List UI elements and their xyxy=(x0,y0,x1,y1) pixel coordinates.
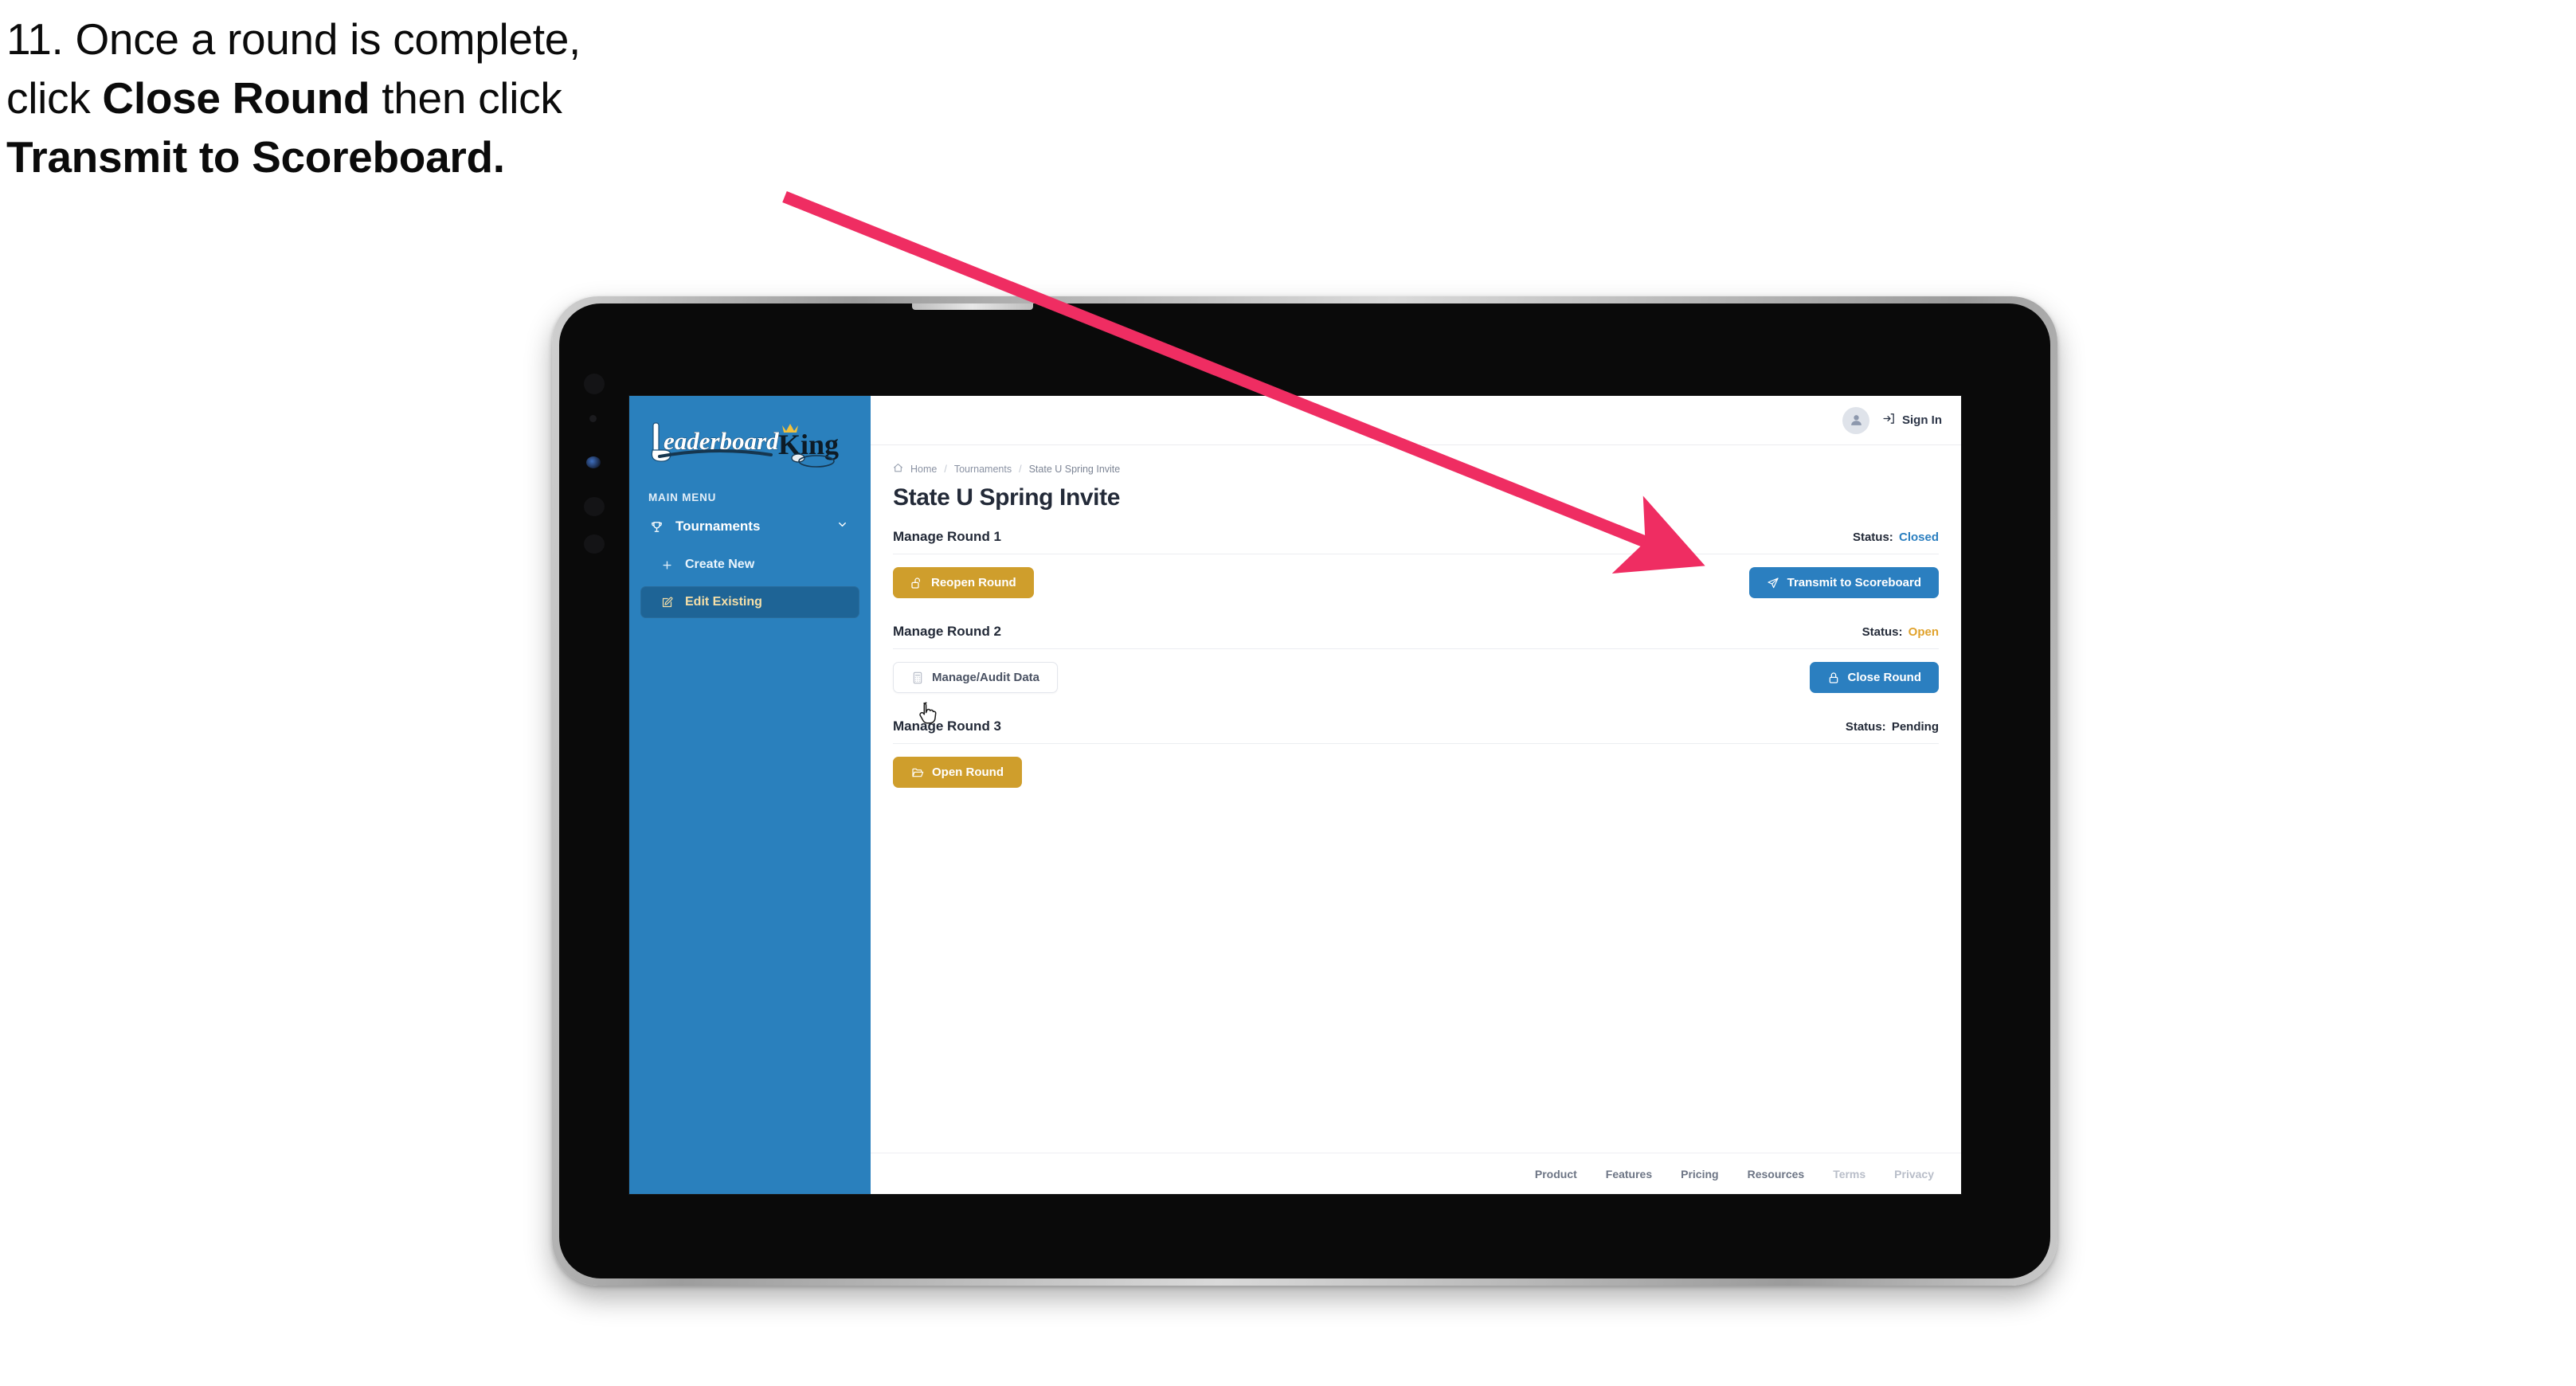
open-round-label: Open Round xyxy=(932,765,1004,779)
transmit-to-scoreboard-label: Transmit to Scoreboard xyxy=(1787,576,1921,589)
grid-table-icon xyxy=(911,671,924,684)
tablet-device: eaderboard King MAIN MENU Tournaments Cr… xyxy=(552,296,2057,1286)
round-1-name: Manage Round 1 xyxy=(893,529,1002,544)
round-1-header: Manage Round 1 Status: Closed xyxy=(893,529,1939,554)
camera-icon xyxy=(584,374,605,394)
round-2-header: Manage Round 2 Status: Open xyxy=(893,624,1939,649)
user-avatar-icon[interactable] xyxy=(1842,406,1869,434)
caption-line-1: 11. Once a round is complete, xyxy=(6,14,581,64)
round-2-status-value: Open xyxy=(1908,625,1939,639)
pencil-square-icon xyxy=(661,597,682,609)
plus-icon xyxy=(661,559,682,571)
round-section-3: Manage Round 3 Status: Pending Open Roun… xyxy=(893,718,1939,788)
footer-link-product[interactable]: Product xyxy=(1535,1168,1577,1180)
round-section-2: Manage Round 2 Status: Open Manage/Audit… xyxy=(893,624,1939,693)
main-content: Sign In Home / Tournaments / State U Spr… xyxy=(871,396,1961,1194)
round-3-status: Status: Pending xyxy=(1846,720,1939,734)
app-screen: eaderboard King MAIN MENU Tournaments Cr… xyxy=(629,396,1961,1194)
round-2-name: Manage Round 2 xyxy=(893,624,1002,639)
proximity-sensor-icon xyxy=(584,534,605,554)
breadcrumb-separator-2: / xyxy=(1019,464,1022,475)
tablet-bezel: eaderboard King MAIN MENU Tournaments Cr… xyxy=(559,303,2050,1278)
app-logo[interactable]: eaderboard King xyxy=(642,417,855,471)
content-area: Home / Tournaments / State U Spring Invi… xyxy=(871,445,1961,1153)
sidebar-item-edit-existing[interactable]: Edit Existing xyxy=(640,586,859,618)
trophy-icon xyxy=(650,520,671,534)
round-2-status-label: Status: xyxy=(1862,625,1903,639)
chevron-down-icon[interactable] xyxy=(836,519,848,534)
sign-in-button[interactable]: Sign In xyxy=(1882,412,1942,429)
manage-audit-data-label: Manage/Audit Data xyxy=(932,671,1040,684)
round-2-actions: Manage/Audit Data Close Round xyxy=(893,662,1939,693)
page-title: State U Spring Invite xyxy=(893,484,1120,511)
sidebar-item-tournaments[interactable]: Tournaments xyxy=(640,510,859,543)
sign-in-label: Sign In xyxy=(1902,413,1942,427)
round-3-status-value: Pending xyxy=(1891,720,1939,734)
breadcrumb-tournaments[interactable]: Tournaments xyxy=(954,464,1012,475)
tablet-top-speaker xyxy=(912,303,1033,310)
close-round-label: Close Round xyxy=(1847,671,1922,684)
round-1-status-value: Closed xyxy=(1898,531,1939,544)
caption-line-2-prefix: click xyxy=(6,73,103,123)
round-3-header: Manage Round 3 Status: Pending xyxy=(893,718,1939,744)
round-3-actions: Open Round xyxy=(893,757,1939,788)
folder-open-icon xyxy=(911,766,924,779)
sidebar-item-create-new-label: Create New xyxy=(685,558,755,571)
breadcrumb-current: State U Spring Invite xyxy=(1028,464,1121,475)
caption-line-3: Transmit to Scoreboard. xyxy=(6,135,867,179)
lock-icon xyxy=(1827,671,1840,684)
caption-close-round-emphasis: Close Round xyxy=(102,73,370,123)
round-1-status-label: Status: xyxy=(1852,531,1893,544)
round-2-status: Status: Open xyxy=(1862,625,1939,639)
open-round-button[interactable]: Open Round xyxy=(893,757,1022,788)
caption-line-2: click Close Round then click xyxy=(6,76,867,120)
reopen-round-button[interactable]: Reopen Round xyxy=(893,567,1034,598)
transmit-to-scoreboard-button[interactable]: Transmit to Scoreboard xyxy=(1748,567,1939,598)
sidebar-item-tournaments-label: Tournaments xyxy=(675,519,761,534)
round-1-actions: Reopen Round Transmit to Scoreboard xyxy=(893,567,1939,598)
sidebar: eaderboard King MAIN MENU Tournaments Cr… xyxy=(629,396,937,1194)
footer-link-terms[interactable]: Terms xyxy=(1833,1168,1865,1180)
screenshot-stage: 11. Once a round is complete, click Clos… xyxy=(0,0,2576,1386)
mouse-pointer-cursor xyxy=(918,702,938,726)
caption-line-2-suffix: then click xyxy=(370,73,562,123)
reopen-round-label: Reopen Round xyxy=(931,576,1016,589)
round-section-1: Manage Round 1 Status: Closed Reopen Rou… xyxy=(893,529,1939,598)
footer-link-resources[interactable]: Resources xyxy=(1748,1168,1805,1180)
round-3-name: Manage Round 3 xyxy=(893,718,1002,734)
footer-link-pricing[interactable]: Pricing xyxy=(1681,1168,1718,1180)
breadcrumb-home[interactable]: Home xyxy=(910,464,937,475)
top-bar: Sign In xyxy=(871,396,1961,445)
sign-in-arrow-icon xyxy=(1882,412,1896,429)
instruction-caption: 11. Once a round is complete, click Clos… xyxy=(6,18,867,194)
footer-link-privacy[interactable]: Privacy xyxy=(1894,1168,1934,1180)
caption-transmit-emphasis: Transmit to Scoreboard. xyxy=(6,132,505,182)
paper-plane-icon xyxy=(1767,577,1779,589)
round-3-status-label: Status: xyxy=(1845,720,1886,734)
sidebar-item-create-new[interactable]: Create New xyxy=(640,549,859,581)
manage-audit-data-button[interactable]: Manage/Audit Data xyxy=(893,662,1059,693)
footer: Product Features Pricing Resources Terms… xyxy=(871,1153,1961,1194)
led-indicator-icon xyxy=(586,456,601,468)
microphone-icon xyxy=(584,497,605,516)
breadcrumb: Home / Tournaments / State U Spring Invi… xyxy=(893,463,1939,476)
close-round-button[interactable]: Close Round xyxy=(1809,662,1939,693)
home-icon[interactable] xyxy=(893,463,903,476)
sidebar-section-label: MAIN MENU xyxy=(648,491,717,503)
sidebar-item-edit-existing-label: Edit Existing xyxy=(685,595,762,609)
footer-link-features[interactable]: Features xyxy=(1606,1168,1652,1180)
sensor-icon xyxy=(589,415,597,422)
round-1-status: Status: Closed xyxy=(1853,531,1939,544)
breadcrumb-separator-1: / xyxy=(944,464,947,475)
unlock-icon xyxy=(910,577,923,589)
